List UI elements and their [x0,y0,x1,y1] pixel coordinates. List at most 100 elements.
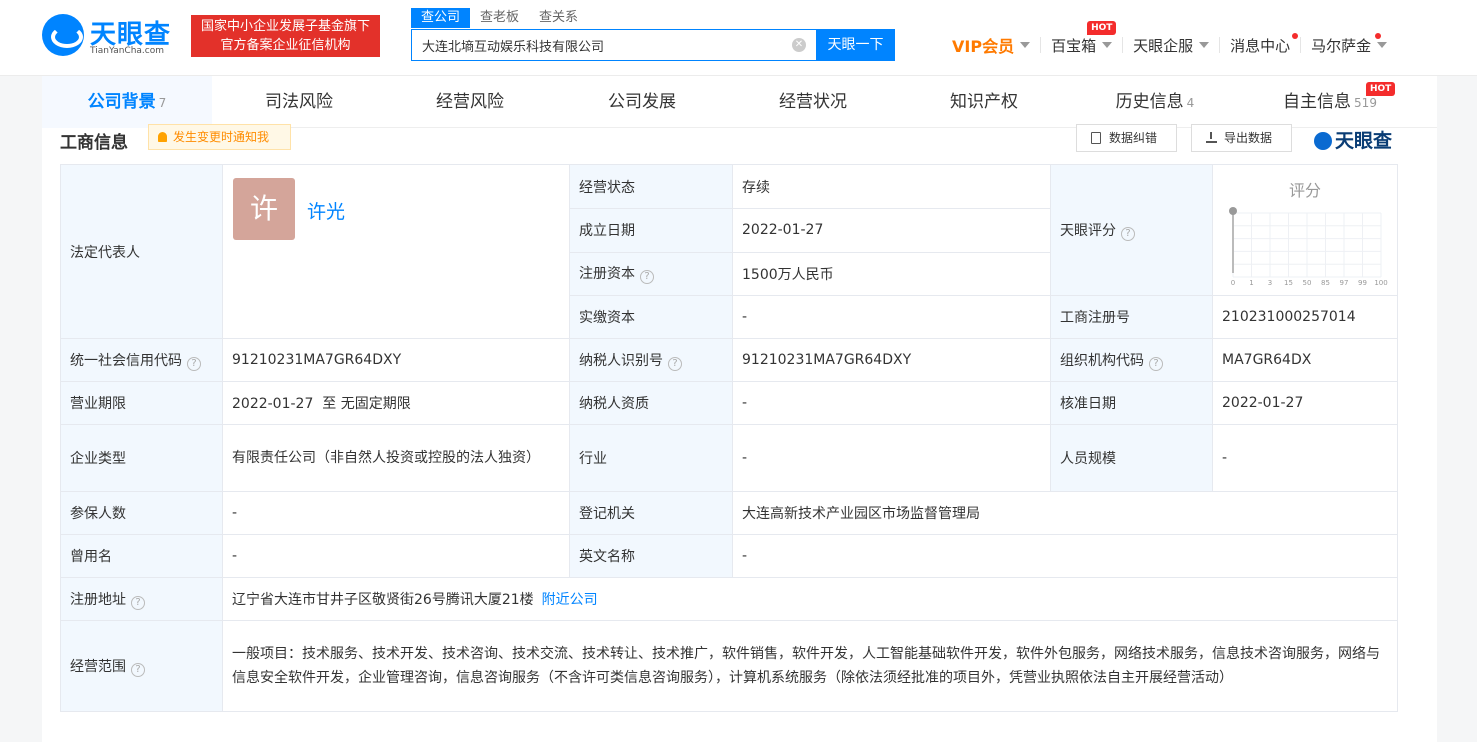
tab-label: 知识产权 [950,92,1018,112]
unread-dot [1292,33,1299,39]
watermark-text: 天眼查 [1335,130,1393,152]
nearby-companies-link[interactable]: 附近公司 [542,592,598,608]
tab-count: 519 [1354,96,1377,110]
nav-baibaoxiang-label: 百宝箱 [1051,36,1097,55]
credit-code-label: 统一社会信用代码 [70,352,182,369]
help-icon[interactable]: ? [640,270,654,285]
company-card: 公司背景 7 司法风险 经营风险 公司发展 经营状况 知识产权 历史信息 4 自主信… [42,76,1437,742]
scope-value: 一般项目：技术服务、技术开发、技术咨询、技术交流、技术转让、技术推广，软件销售，… [222,620,1398,712]
reg-no-label: 工商注册号 [1050,295,1213,339]
export-data-label: 导出数据 [1224,131,1273,145]
legal-rep-name[interactable]: 许光 [307,197,345,224]
address-cell: 辽宁省大连市甘井子区敬贤街26号腾讯大厦21楼 附近公司 [222,577,1398,621]
score-tick-label: 99 [1358,279,1367,287]
score-tick-label: 15 [1284,279,1293,287]
tab-label: 公司背景 [87,92,156,112]
hot-badge: HOT [1366,82,1396,96]
staff-value: - [1212,424,1398,492]
credit-code-value: 91210231MA7GR64DXY [222,338,570,382]
tab-legal-risk[interactable]: 司法风险 [214,76,384,128]
export-data-button[interactable]: 导出数据 [1191,124,1292,152]
tab-development[interactable]: 公司发展 [557,76,727,128]
nav-messages[interactable]: 消息中心 [1219,33,1300,55]
scope-label: 经营范围 [70,658,126,675]
logo-subtext: TianYanCha.com [90,46,165,56]
type-label: 企业类型 [60,424,223,492]
tab-operation-risk[interactable]: 经营风险 [385,76,555,128]
tab-ip[interactable]: 知识产权 [899,76,1069,128]
watermark-logo: 天眼查 [1314,126,1392,153]
chevron-down-icon [1377,42,1388,48]
paid-capital-value: - [732,295,1051,339]
search-input[interactable] [412,30,782,60]
help-icon[interactable]: ? [131,662,145,677]
tab-self-info[interactable]: 自主信息 519 HOT [1240,76,1420,128]
insured-label: 参保人数 [60,491,223,535]
score-tick-label: 50 [1303,279,1312,287]
logo-eye-icon [1314,132,1332,150]
former-name-label: 曾用名 [60,534,223,578]
score-label-cell: 天眼评分? [1050,164,1213,296]
chevron-down-icon [1199,42,1210,48]
address-label: 注册地址 [70,591,126,608]
found-label: 成立日期 [569,208,733,253]
org-code-value: MA7GR64DX [1212,338,1398,382]
search-tab-company[interactable]: 查公司 [411,8,471,28]
approve-value: 2022-01-27 [1212,381,1398,425]
industry-label: 行业 [569,424,733,492]
taxpayer-id-value: 91210231MA7GR64DXY [732,338,1051,382]
business-info-table: 法定代表人 许 许光 经营状态 存续 天眼评分? 评分 0 1 3 15 50 85 97 9… [60,163,1398,712]
former-name-value: - [222,534,570,578]
tab-operation-status[interactable]: 经营状况 [728,76,898,128]
tab-label: 公司发展 [608,92,676,112]
nav-user[interactable]: 马尔萨金 [1300,33,1397,55]
clear-icon[interactable]: ✕ [792,38,806,52]
search-tab-relation[interactable]: 查关系 [529,8,588,28]
help-icon[interactable]: ? [1121,226,1135,241]
help-icon[interactable]: ? [131,595,145,610]
notify-button[interactable]: 发生变更时通知我 [148,124,291,150]
help-icon[interactable]: ? [668,356,682,371]
score-tick-label: 0 [1231,279,1235,287]
tab-history[interactable]: 历史信息 4 [1070,76,1240,128]
search-button[interactable]: 天眼一下 [816,29,895,61]
reg-capital-label: 注册资本 [579,266,635,283]
tab-label: 经营状况 [779,92,847,112]
slogan-line-2: 官方备案企业征信机构 [220,38,351,53]
company-tabs: 公司背景 7 司法风险 经营风险 公司发展 经营状况 知识产权 历史信息 4 自主信… [42,76,1437,128]
status-label: 经营状态 [569,163,733,210]
score-scale-svg: 0 1 3 15 50 85 97 99 100 [1229,207,1388,287]
score-tick-label: 100 [1374,279,1387,287]
help-icon[interactable]: ? [1149,356,1163,371]
approve-label: 核准日期 [1050,381,1213,425]
score-tick-label: 85 [1321,279,1330,287]
term-label: 营业期限 [60,381,223,425]
paid-capital-label: 实缴资本 [569,295,733,339]
found-value: 2022-01-27 [732,208,1051,253]
vip-label: VIP会员 [952,37,1015,56]
search-tab-boss[interactable]: 查老板 [470,8,529,28]
help-icon[interactable]: ? [187,356,201,371]
nav-baibaoxiang[interactable]: HOT 百宝箱 [1040,21,1122,55]
nav-vip[interactable]: VIP会员 [952,37,1040,56]
site-logo[interactable]: 天眼查 TianYanCha.com [42,14,182,58]
search-box: ✕ [411,29,817,61]
tab-count: 7 [158,96,167,110]
score-chart: 评分 0 1 3 15 50 85 97 99 100 [1213,165,1397,295]
tab-count: 4 [1186,96,1195,110]
section-title: 工商信息 [60,133,128,153]
nav-messages-label: 消息中心 [1230,36,1291,55]
bell-icon [158,132,167,142]
nav-qifu[interactable]: 天眼企服 [1122,37,1219,55]
credit-code-label-cell: 统一社会信用代码? [60,338,223,382]
legal-rep-cell: 许 许光 [222,164,570,339]
taxpayer-id-label-cell: 纳税人识别号? [569,338,733,382]
legal-rep-label: 法定代表人 [60,164,223,339]
chevron-down-icon [1020,42,1031,48]
authority-value: 大连高新技术产业园区市场监督管理局 [732,491,1398,535]
avatar[interactable]: 许 [233,178,295,240]
tab-background[interactable]: 公司背景 7 [42,76,212,128]
correct-data-button[interactable]: 数据纠错 [1076,124,1177,152]
slogan-banner[interactable]: 国家中小企业发展子基金旗下 官方备案企业征信机构 [191,15,380,57]
score-tick-label: 97 [1340,279,1349,287]
